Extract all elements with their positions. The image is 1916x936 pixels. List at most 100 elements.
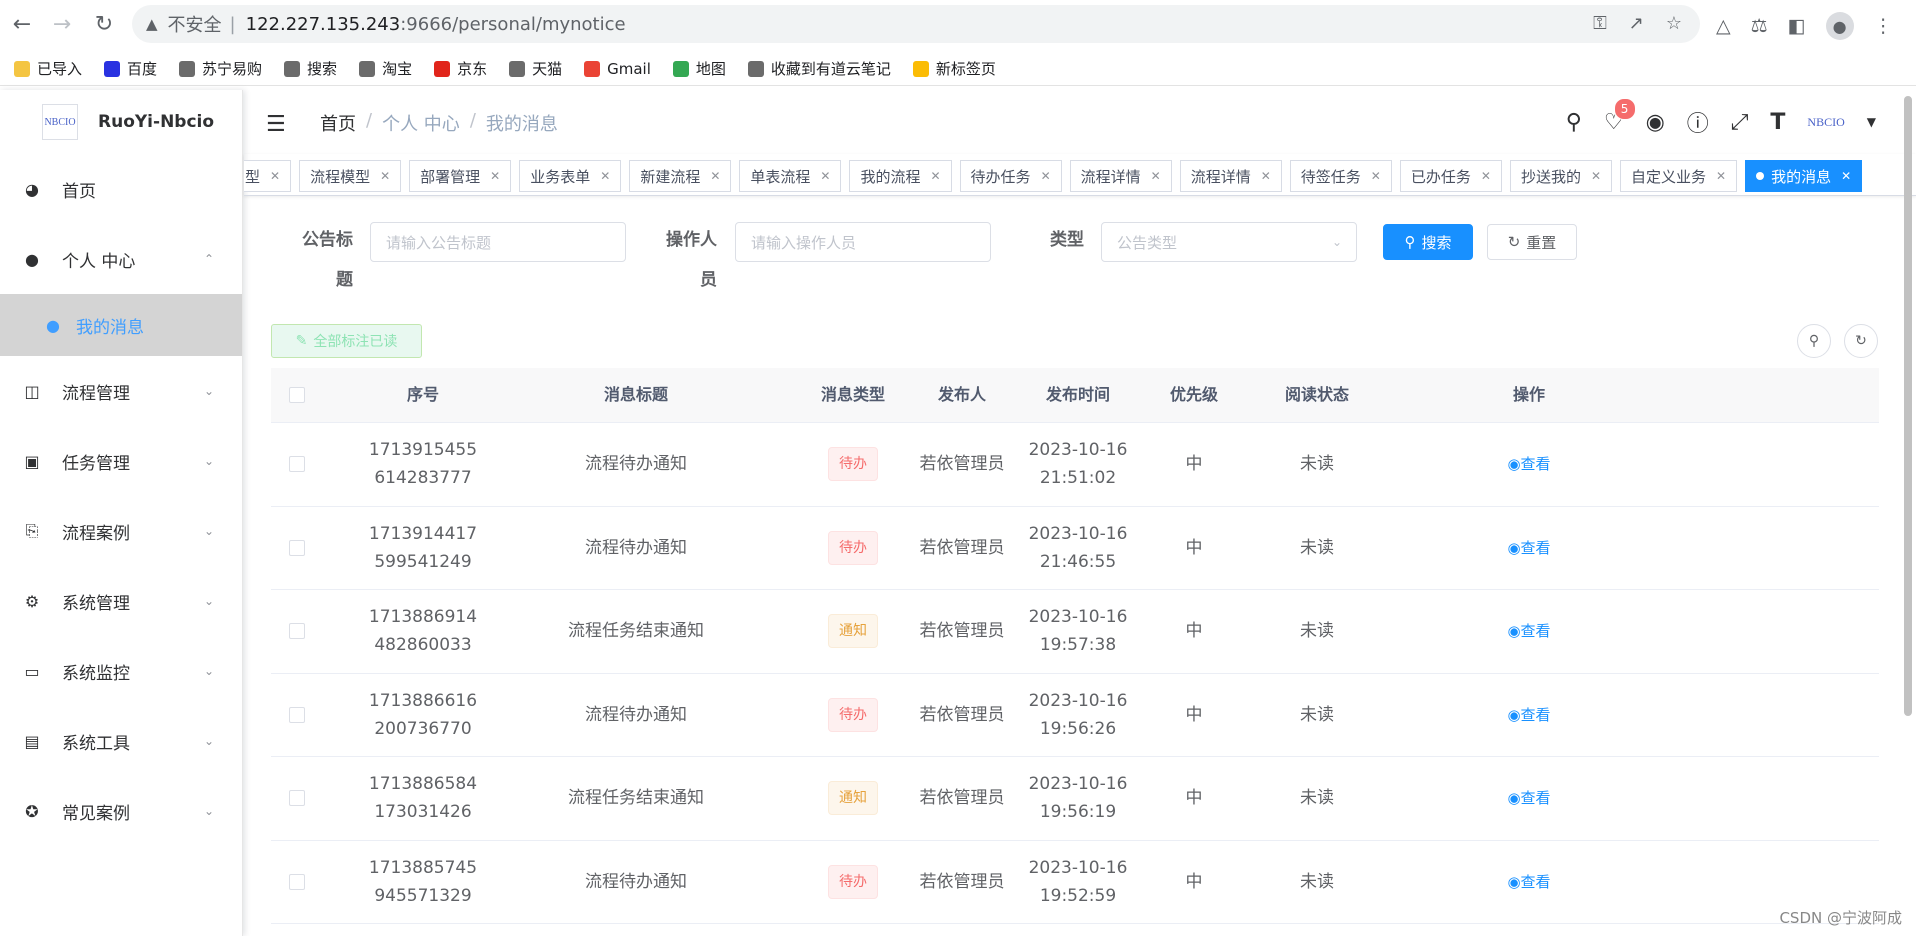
- close-icon[interactable]: ✕: [490, 169, 500, 183]
- bookmark-item[interactable]: 天猫: [509, 58, 562, 79]
- page-scrollbar[interactable]: [1904, 96, 1912, 716]
- font-size-icon[interactable]: T: [1770, 110, 1785, 135]
- tab-10[interactable]: 待签任务 ✕: [1289, 160, 1392, 192]
- sidepanel-icon[interactable]: ◧: [1788, 15, 1806, 37]
- close-icon[interactable]: ✕: [1371, 169, 1381, 183]
- bell-icon[interactable]: ♡ 5: [1604, 97, 1636, 135]
- table-cell[interactable]: ◉查看: [1387, 617, 1671, 645]
- table-row[interactable]: 1713914417 599541249 流程待办通知 待办 若依管理员 2023-10-…: [271, 507, 1879, 590]
- tab-12[interactable]: 抄送我的 ✕: [1509, 160, 1613, 192]
- view-link[interactable]: ◉查看: [1507, 789, 1550, 807]
- breadcrumb-item-home[interactable]: 首页: [320, 110, 356, 136]
- row-checkbox[interactable]: [289, 706, 305, 723]
- close-icon[interactable]: ✕: [1841, 169, 1851, 183]
- github-icon[interactable]: ◉: [1646, 110, 1665, 135]
- table-row[interactable]: 1713886616 200736770 流程待办通知 待办 若依管理员 2023-10-…: [271, 674, 1879, 757]
- row-checkbox[interactable]: [289, 623, 305, 640]
- reset-button[interactable]: ↻ 重置: [1487, 224, 1577, 260]
- view-link[interactable]: ◉查看: [1507, 873, 1550, 891]
- bookmark-item[interactable]: 淘宝: [359, 58, 412, 79]
- bookmark-item[interactable]: 已导入: [14, 58, 82, 79]
- table-cell[interactable]: ◉查看: [1387, 534, 1671, 562]
- logo[interactable]: NBCIO RuoYi-Nbcio: [0, 90, 242, 154]
- sidebar-item-3[interactable]: ▣ 任务管理 ⌄: [0, 426, 242, 496]
- tab-7[interactable]: 待办任务 ✕: [959, 160, 1062, 192]
- avatar[interactable]: NBCIO: [1807, 115, 1844, 130]
- sidebar-item-7[interactable]: ▤ 系统工具 ⌄: [0, 706, 242, 776]
- tab-3[interactable]: 业务表单 ✕: [519, 160, 622, 192]
- table-cell[interactable]: [271, 706, 323, 723]
- row-checkbox[interactable]: [289, 539, 305, 556]
- title-input[interactable]: 请输入公告标题: [370, 222, 626, 262]
- sidebar-item-2[interactable]: ◫ 流程管理 ⌄: [0, 356, 242, 426]
- operator-input[interactable]: 请输入操作人员: [735, 222, 991, 262]
- tab-11[interactable]: 已办任务 ✕: [1399, 160, 1502, 192]
- share-icon[interactable]: ↗: [1629, 13, 1644, 34]
- table-row[interactable]: 1713886914 482860033 流程任务结束通知 通知 若依管理员 2023-1…: [271, 590, 1879, 674]
- tab-14[interactable]: 我的消息 ✕: [1745, 160, 1863, 192]
- address-bar[interactable]: ▲ 不安全 | 122.227.135.243:9666/personal/my…: [132, 5, 1700, 43]
- tab-2[interactable]: 部署管理 ✕: [409, 160, 512, 192]
- tab-1[interactable]: 流程模型 ✕: [299, 160, 402, 192]
- close-icon[interactable]: ✕: [930, 169, 940, 183]
- bookmark-item[interactable]: 京东: [434, 58, 487, 79]
- view-link[interactable]: ◉查看: [1507, 455, 1550, 473]
- table-cell[interactable]: [271, 873, 323, 890]
- sidebar-item-4[interactable]: ⎘ 流程案例 ⌄: [0, 496, 242, 566]
- back-icon[interactable]: ←: [8, 10, 36, 38]
- reload-icon[interactable]: ↻: [90, 10, 118, 38]
- tab-4[interactable]: 新建流程 ✕: [629, 160, 732, 192]
- bookmark-item[interactable]: 搜索: [284, 58, 337, 79]
- table-row[interactable]: 1713886584 173031426 流程任务结束通知 通知 若依管理员 2023-1…: [271, 757, 1879, 841]
- sidebar-item-6[interactable]: ▭ 系统监控 ⌄: [0, 636, 242, 706]
- table-cell[interactable]: [271, 456, 323, 473]
- close-icon[interactable]: ✕: [1481, 169, 1491, 183]
- hamburger-icon[interactable]: ☰: [266, 112, 286, 137]
- table-cell[interactable]: ◉查看: [1387, 784, 1671, 812]
- tab-6[interactable]: 我的流程 ✕: [849, 160, 952, 192]
- forward-icon[interactable]: →: [48, 10, 76, 38]
- tab-5[interactable]: 单表流程 ✕: [739, 160, 842, 192]
- more-icon[interactable]: ⋮: [1874, 15, 1893, 37]
- bookmark-item[interactable]: 百度: [104, 58, 157, 79]
- table-cell[interactable]: [271, 790, 323, 807]
- tab-0[interactable]: 型 ✕: [244, 160, 292, 192]
- close-icon[interactable]: ✕: [1716, 169, 1726, 183]
- view-link[interactable]: ◉查看: [1507, 706, 1550, 724]
- refresh-button[interactable]: ↻: [1844, 324, 1878, 358]
- caret-down-icon[interactable]: ▼: [1867, 115, 1876, 129]
- close-icon[interactable]: ✕: [710, 169, 720, 183]
- table-cell[interactable]: ◉查看: [1387, 450, 1671, 478]
- table-cell[interactable]: ◉查看: [1387, 701, 1671, 729]
- table-row[interactable]: 1713915455 614283777 流程待办通知 待办 若依管理员 2023-10-…: [271, 423, 1879, 507]
- table-row[interactable]: 1713885745 945571329 流程待办通知 待办 若依管理员 2023-10-…: [271, 841, 1879, 924]
- close-icon[interactable]: ✕: [1591, 169, 1601, 183]
- close-icon[interactable]: ✕: [600, 169, 610, 183]
- star-icon[interactable]: ☆: [1666, 13, 1682, 34]
- select-all-cell[interactable]: [271, 387, 323, 403]
- close-icon[interactable]: ✕: [820, 169, 830, 183]
- tab-9[interactable]: 流程详情 ✕: [1179, 160, 1282, 192]
- mark-all-read-button[interactable]: ✎ 全部标注已读: [271, 324, 422, 358]
- search-button[interactable]: ⚲ 搜索: [1383, 224, 1473, 260]
- row-checkbox[interactable]: [289, 456, 305, 473]
- type-select[interactable]: 公告类型 ⌄: [1101, 222, 1357, 262]
- table-cell[interactable]: ◉查看: [1387, 868, 1671, 896]
- bookmark-item[interactable]: 苏宁易购: [179, 58, 262, 79]
- sidebar-item-1[interactable]: ● 个人 中心 ⌃: [0, 224, 242, 294]
- row-checkbox[interactable]: [289, 790, 305, 807]
- sidebar-item-0[interactable]: ◕ 首页: [0, 154, 242, 224]
- search-icon[interactable]: ⚲: [1566, 110, 1582, 135]
- sidebar-item-5[interactable]: ⚙ 系统管理 ⌄: [0, 566, 242, 636]
- key-icon[interactable]: ⚿: [1593, 13, 1607, 34]
- sidebar-subitem-my-messages[interactable]: ● 我的消息: [0, 294, 242, 356]
- extensions-icon[interactable]: △: [1716, 15, 1731, 37]
- close-icon[interactable]: ✕: [380, 169, 390, 183]
- profile-icon[interactable]: ●: [1825, 12, 1854, 40]
- table-cell[interactable]: [271, 623, 323, 640]
- sidebar-item-8[interactable]: ✪ 常见案例 ⌄: [0, 776, 242, 846]
- close-icon[interactable]: ✕: [1151, 169, 1161, 183]
- close-icon[interactable]: ✕: [1261, 169, 1271, 183]
- view-link[interactable]: ◉查看: [1507, 539, 1550, 557]
- close-icon[interactable]: ✕: [1041, 169, 1051, 183]
